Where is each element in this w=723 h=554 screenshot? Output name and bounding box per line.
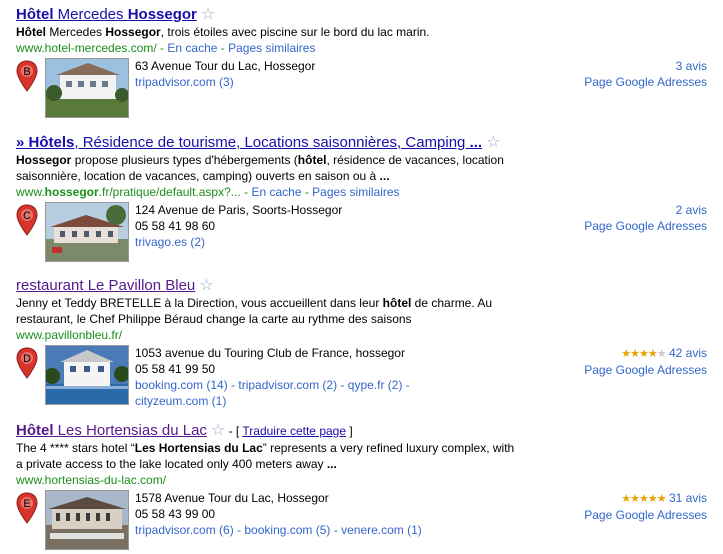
listing-address: 1578 Avenue Tour du Lac, Hossegor [135,491,329,505]
result-url: www.hossegor.fr/pratique/default.aspx?..… [16,185,241,199]
svg-text:C: C [23,210,31,222]
reviews-link[interactable]: 3 avis [676,59,707,73]
result-title-link[interactable]: » Hôtels, Résidence de tourisme, Locatio… [16,134,482,151]
result-snippet: Hôtel Mercedes Hossegor, trois étoiles a… [16,25,430,39]
rating-star-icon: ★ [656,348,667,360]
review-source-link[interactable]: venere.com (1) [341,523,422,537]
hotel-photo[interactable] [45,58,129,118]
result-title: restaurant Le Pavillon Bleu ☆ [16,277,716,295]
result-snippet: Jenny et Teddy BRETELLE à la Direction, … [16,296,493,326]
google-places-link[interactable]: Page Google Adresses [584,508,707,522]
hotel-photo[interactable] [45,202,129,262]
result-url: www.hotel-mercedes.com/ [16,41,157,55]
review-source-link[interactable]: booking.com (5) [244,523,330,537]
result-url-line: www.hotel-mercedes.com/ - En cache - Pag… [16,41,316,55]
local-listing: E 1578 Avenue Tour du Lac, Hossegor 05 5… [16,490,716,554]
cache-link[interactable]: En cache [167,41,217,55]
review-source-link[interactable]: tripadvisor.com (3) [135,75,234,89]
search-result: Hôtel Les Hortensias du Lac ☆ - [ Traduir… [16,422,716,554]
similar-pages-link[interactable]: Pages similaires [312,185,399,199]
rating-stars: ★★★★★ [621,348,667,360]
rating-star-icon: ★ [656,493,667,505]
result-url: www.hortensias-du-lac.com/ [16,473,167,487]
listing-address: 1053 avenue du Touring Club de France, h… [135,346,405,360]
reviews-link[interactable]: 2 avis [676,203,707,217]
listing-address-block: 63 Avenue Tour du Lac, Hossegor tripadvi… [135,58,315,90]
rating-stars: ★★★★★ [621,493,667,505]
review-source-link[interactable]: trivago.es (2) [135,235,205,249]
rating-star-icon: ★ [621,348,631,360]
review-source-link[interactable]: cityzeum.com (1) [135,394,226,408]
result-snippet: The 4 **** stars hotel “Les Hortensias d… [16,441,515,471]
star-outline-icon[interactable]: ☆ [199,277,213,294]
svg-text:B: B [23,66,30,78]
similar-pages-link[interactable]: Pages similaires [228,41,315,55]
review-source-link[interactable]: tripadvisor.com (2) [238,378,337,392]
google-places-link[interactable]: Page Google Adresses [584,219,707,233]
reviews-link[interactable]: 42 avis [669,346,707,360]
listing-reviews: ★★★★★ 42 avis Page Google Adresses [584,345,707,378]
rating-star-icon: ★ [621,493,631,505]
rating-star-icon: ★ [630,493,640,505]
local-listing: D 1053 avenue du Touring Club de France,… [16,345,716,409]
listing-reviews: 2 avis Page Google Adresses [584,202,707,234]
search-result: Hôtel Mercedes Hossegor ☆ Hôtel Mercedes … [16,6,716,122]
rating-star-icon: ★ [639,493,649,505]
map-pin-icon[interactable]: B [16,60,38,92]
listing-address-block: 124 Avenue de Paris, Soorts-Hossegor 05 … [135,202,342,250]
map-pin-icon[interactable]: D [16,347,38,379]
result-title: » Hôtels, Résidence de tourisme, Locatio… [16,134,716,152]
result-title-link[interactable]: Hôtel Les Hortensias du Lac [16,422,207,439]
map-pin-icon[interactable]: E [16,492,38,524]
svg-text:D: D [23,353,31,365]
local-listing: C 124 Avenue de Paris, Soorts-Hossegor 0… [16,202,716,266]
review-source-link[interactable]: tripadvisor.com (6) [135,523,234,537]
result-url-line: www.hossegor.fr/pratique/default.aspx?..… [16,185,400,199]
svg-text:E: E [23,498,30,510]
review-source-link[interactable]: qype.fr (2) [348,378,403,392]
hotel-photo[interactable] [45,345,129,405]
star-outline-icon[interactable]: ☆ [201,6,215,23]
rating-star-icon: ★ [647,493,658,505]
rating-star-icon: ★ [639,348,649,360]
listing-phone: 05 58 41 99 50 [135,362,216,376]
listing-address: 63 Avenue Tour du Lac, Hossegor [135,59,316,73]
google-places-link[interactable]: Page Google Adresses [584,363,707,377]
listing-reviews: ★★★★★ 31 avis Page Google Adresses [584,490,707,523]
result-title: Hôtel Mercedes Hossegor ☆ [16,6,716,24]
listing-address-block: 1053 avenue du Touring Club de France, h… [135,346,410,408]
google-places-link[interactable]: Page Google Adresses [584,75,707,89]
hotel-photo[interactable] [45,490,129,550]
result-title-link[interactable]: restaurant Le Pavillon Bleu [16,277,195,294]
rating-star-icon: ★ [647,348,658,360]
star-outline-icon[interactable]: ☆ [486,134,500,151]
search-result: restaurant Le Pavillon Bleu ☆ Jenny et Te… [16,277,716,409]
map-pin-icon[interactable]: C [16,204,38,236]
result-url-line: www.hortensias-du-lac.com/ [16,472,716,488]
result-title: Hôtel Les Hortensias du Lac ☆ - [ Traduir… [16,422,716,440]
result-url-line: www.pavillonbleu.fr/ [16,327,716,343]
result-snippet: Hossegor propose plusieurs types d'héber… [16,153,504,183]
listing-phone: 05 58 41 98 60 [135,219,216,233]
review-source-link[interactable]: booking.com (14) [135,378,228,392]
local-listing: B 63 Avenue Tour du Lac, Hossegor tripad… [16,58,716,122]
search-result: » Hôtels, Résidence de tourisme, Locatio… [16,134,716,266]
result-title-link[interactable]: Hôtel Mercedes Hossegor [16,6,197,23]
star-outline-icon[interactable]: ☆ [211,422,225,439]
listing-reviews: 3 avis Page Google Adresses [584,58,707,90]
result-url: www.pavillonbleu.fr/ [16,328,123,342]
translate-block: - [ Traduire cette page ] [225,424,353,438]
cache-link[interactable]: En cache [251,185,301,199]
rating-star-icon: ★ [630,348,640,360]
listing-address-block: 1578 Avenue Tour du Lac, Hossegor 05 58 … [135,491,422,537]
listing-phone: 05 58 43 99 00 [135,507,216,521]
reviews-link[interactable]: 31 avis [669,491,707,505]
listing-address: 124 Avenue de Paris, Soorts-Hossegor [135,203,343,217]
translate-link[interactable]: Traduire cette page [242,424,346,438]
